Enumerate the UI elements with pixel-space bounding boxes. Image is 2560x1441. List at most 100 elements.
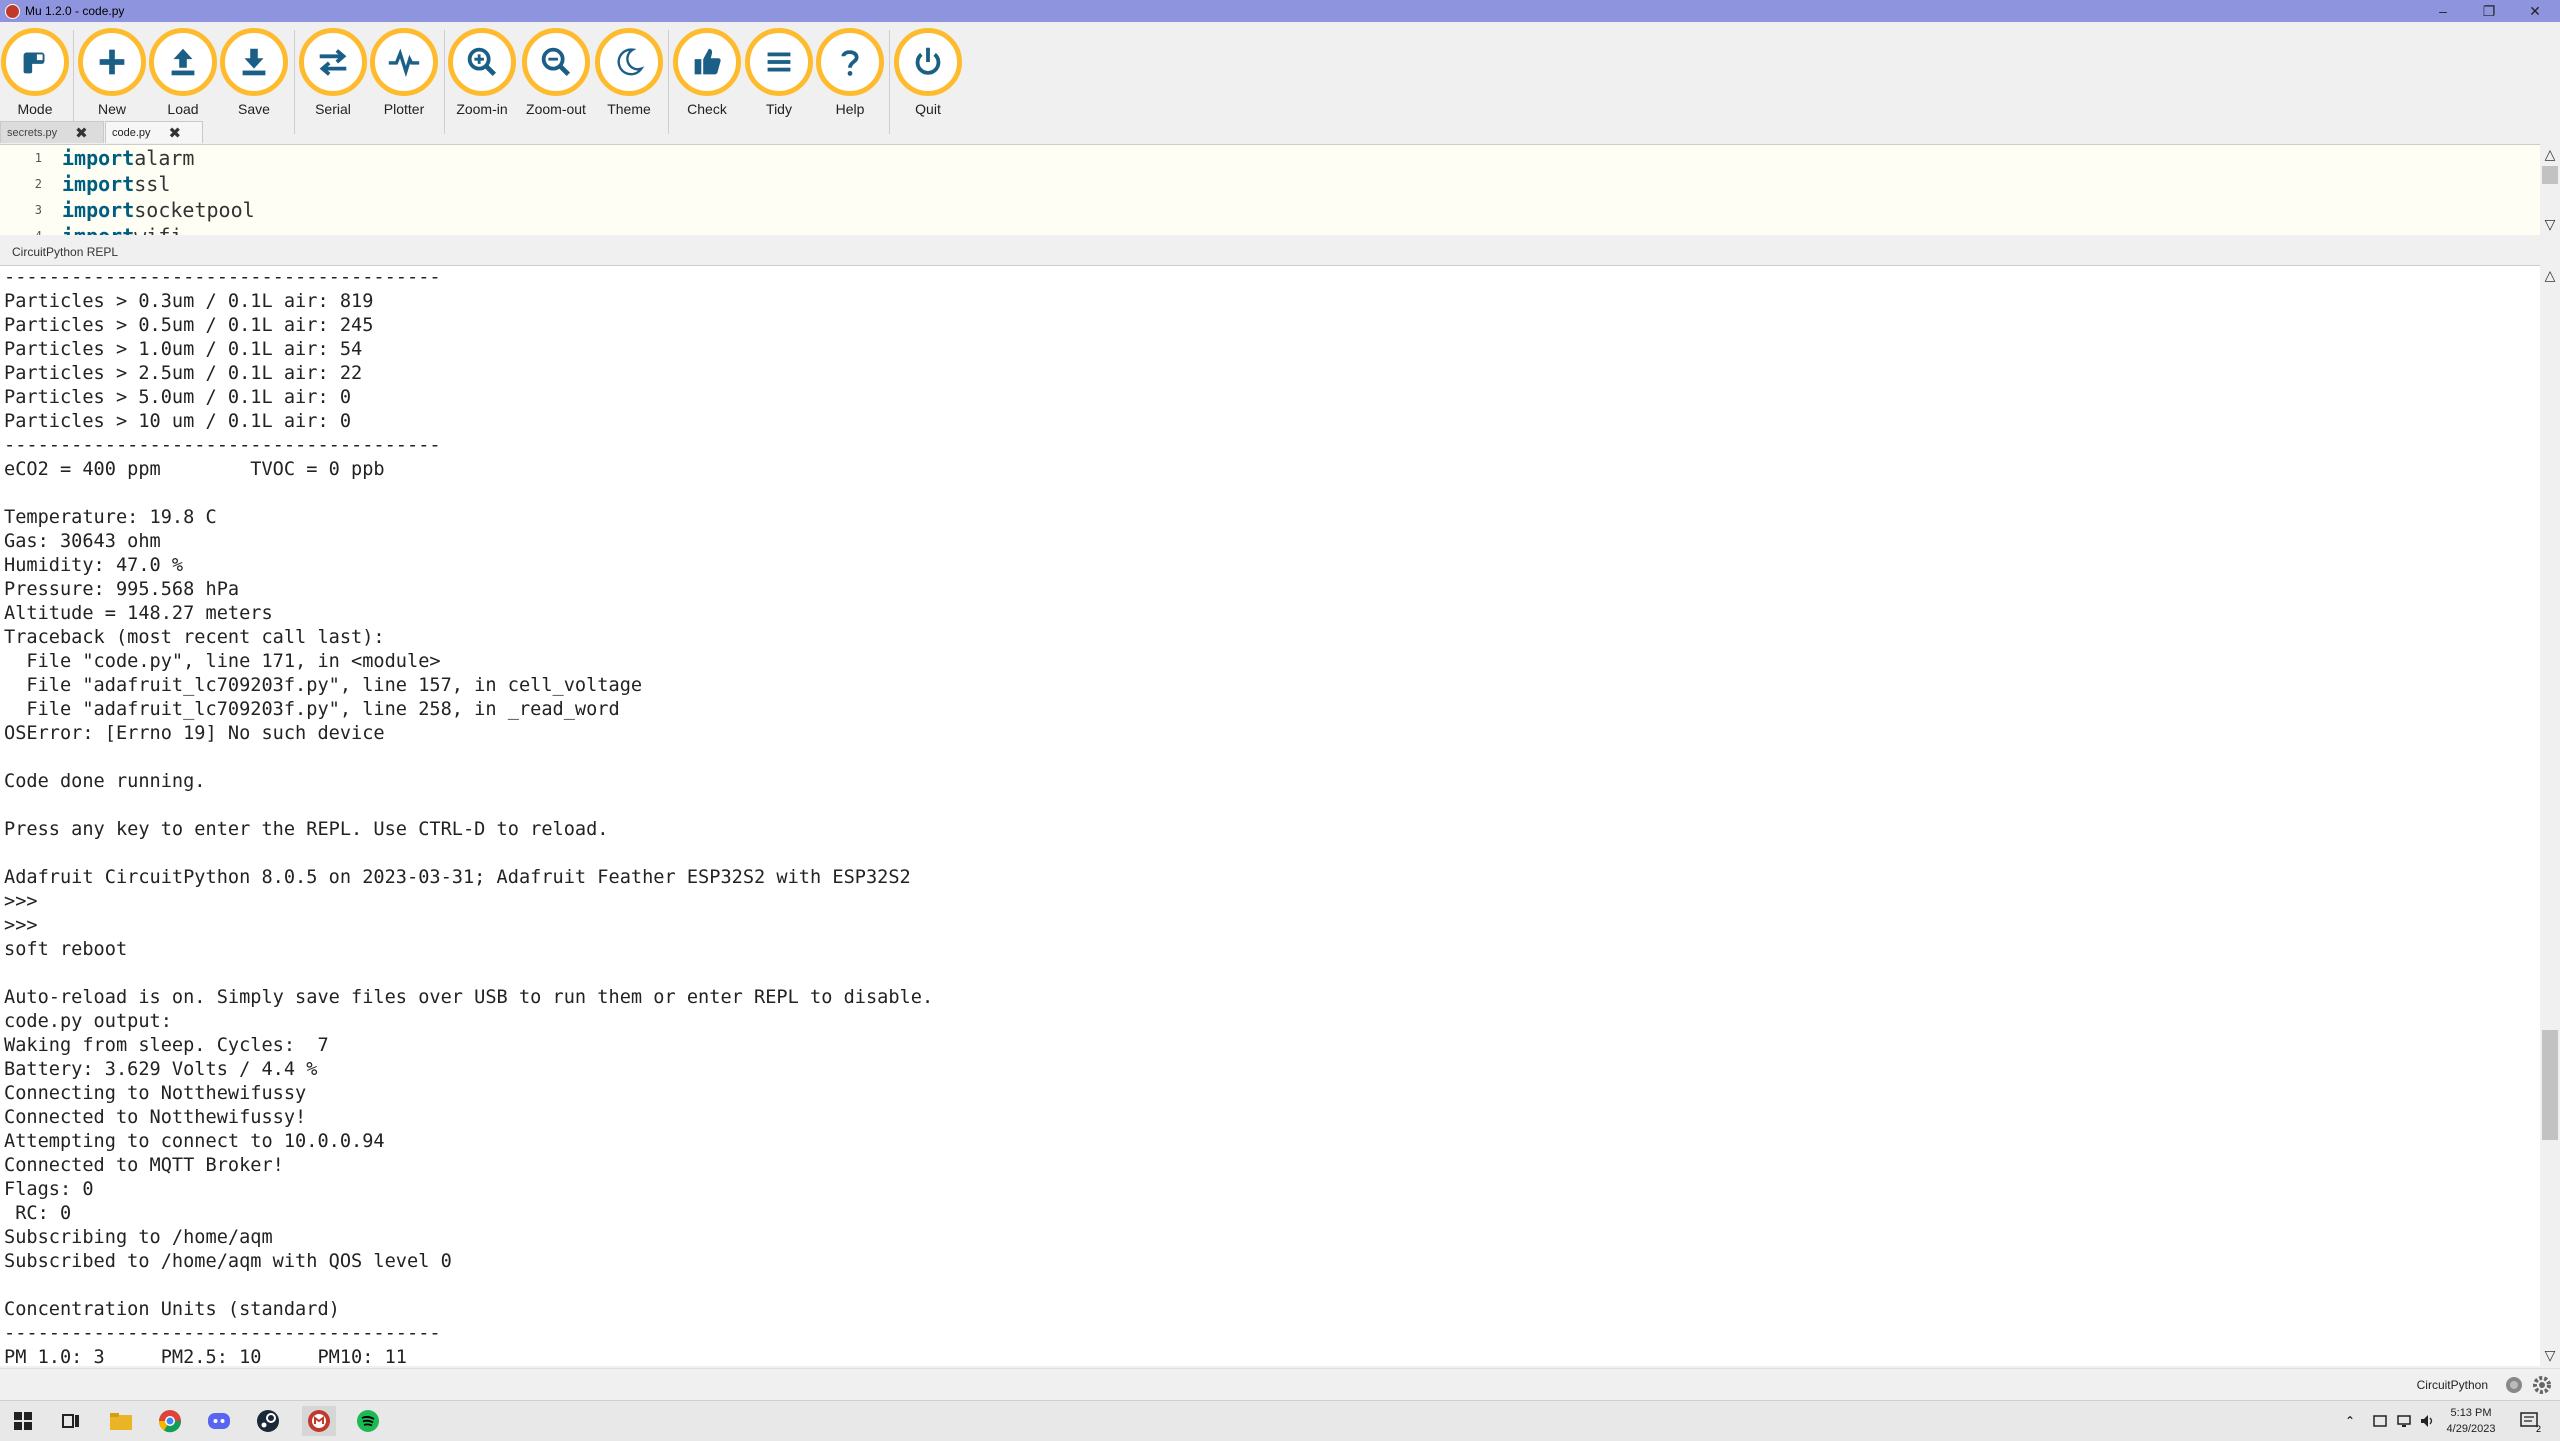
repl-line: Concentration Units (standard) bbox=[4, 1299, 340, 1320]
close-tab-icon[interactable]: ✖ bbox=[75, 124, 88, 142]
clock-date: 4/29/2023 bbox=[2446, 1423, 2496, 1435]
repl-line: Flags: 0 bbox=[4, 1179, 94, 1200]
repl-line bbox=[0, 842, 2540, 866]
taskbar: ⌃ 5:13 PM 4/29/2023 2 bbox=[0, 1400, 2560, 1441]
repl-line: RC: 0 bbox=[4, 1203, 72, 1224]
scroll-down-icon[interactable]: ▽ bbox=[2540, 1345, 2560, 1365]
repl-line: Connected to Notthewifussy! bbox=[4, 1107, 307, 1128]
serial-button[interactable]: Serial bbox=[299, 28, 367, 117]
mu-editor-taskbar-icon[interactable] bbox=[302, 1406, 336, 1436]
discord-icon[interactable] bbox=[202, 1406, 236, 1436]
repl-line: >>> bbox=[4, 915, 38, 936]
check-button[interactable]: Check bbox=[673, 28, 741, 117]
scroll-up-icon[interactable]: △ bbox=[2540, 265, 2560, 285]
scroll-up-icon[interactable]: △ bbox=[2540, 144, 2560, 164]
mode-icon bbox=[23, 52, 45, 74]
tab-code-py[interactable]: code.py ✖ bbox=[105, 121, 203, 143]
repl-line: Connected to MQTT Broker! bbox=[4, 1155, 284, 1176]
title-bar: Mu 1.2.0 - code.py bbox=[0, 0, 2560, 22]
repl-line: Connecting to Notthewifussy bbox=[4, 1083, 307, 1104]
new-button[interactable]: New bbox=[78, 28, 146, 117]
repl-line: OSError: [Errno 19] No such device bbox=[4, 723, 385, 744]
clock[interactable]: 5:13 PM 4/29/2023 bbox=[2436, 1405, 2506, 1437]
repl-line: Waking from sleep. Cycles: 7 bbox=[4, 1035, 329, 1056]
repl-line: PM 1.0: 3 PM2.5: 10 PM10: 11 bbox=[4, 1347, 407, 1366]
repl-line: Particles > 2.5um / 0.1L air: 22 bbox=[4, 363, 363, 384]
zoom-in-button[interactable]: Zoom-in bbox=[448, 28, 516, 117]
notification-center-icon[interactable]: 2 bbox=[2516, 1406, 2544, 1436]
code-editor[interactable]: 1 import alarm 2 import ssl 3 import socket… bbox=[0, 144, 2540, 235]
restore-button[interactable]: ❐ bbox=[2466, 0, 2512, 22]
editor-line: 2 import ssl bbox=[34, 172, 171, 196]
help-button[interactable]: Help bbox=[816, 28, 884, 117]
toolbar: Mode New Load Save Serial Plotter Zoom-i… bbox=[0, 22, 2560, 144]
scrollbar-thumb[interactable] bbox=[2542, 1030, 2558, 1140]
tray-chevron-icon[interactable]: ⌃ bbox=[2340, 1406, 2360, 1436]
repl-line: code.py output: bbox=[4, 1011, 172, 1032]
theme-button[interactable]: Theme bbox=[595, 28, 663, 117]
chrome-icon[interactable] bbox=[153, 1406, 187, 1436]
repl-line: --------------------------------------- bbox=[4, 1323, 441, 1344]
repl-line: Code done running. bbox=[4, 771, 206, 792]
save-button[interactable]: Save bbox=[220, 28, 288, 117]
repl-line: File "adafruit_lc709203f.py", line 258, … bbox=[4, 699, 620, 720]
zoom-out-icon bbox=[541, 47, 571, 77]
spotify-icon[interactable] bbox=[351, 1406, 385, 1436]
repl-header: CircuitPython REPL bbox=[12, 245, 119, 259]
repl-line: Auto-reload is on. Simply save files ove… bbox=[4, 987, 934, 1008]
volume-icon[interactable] bbox=[2418, 1406, 2438, 1436]
repl-line bbox=[0, 962, 2540, 986]
pulse-icon bbox=[388, 48, 420, 78]
repl-line bbox=[0, 746, 2540, 770]
repl-output[interactable]: --------------------------------------- P… bbox=[0, 265, 2540, 1366]
tidy-button[interactable]: Tidy bbox=[745, 28, 813, 117]
steam-icon[interactable] bbox=[251, 1406, 285, 1436]
repl-scrollbar[interactable]: △ ▽ bbox=[2540, 265, 2560, 1365]
load-button[interactable]: Load bbox=[149, 28, 217, 117]
repl-line: Gas: 30643 ohm bbox=[4, 531, 161, 552]
minimize-button[interactable]: – bbox=[2420, 0, 2466, 22]
settings-gear-icon[interactable] bbox=[2532, 1375, 2552, 1395]
close-window-button[interactable]: ✕ bbox=[2512, 0, 2558, 22]
question-icon bbox=[841, 50, 859, 76]
repl-line: Particles > 0.5um / 0.1L air: 245 bbox=[4, 315, 374, 336]
quit-button[interactable]: Quit bbox=[894, 28, 962, 117]
scrollbar-thumb[interactable] bbox=[2542, 166, 2558, 184]
repl-line: Battery: 3.629 Volts / 4.4 % bbox=[4, 1059, 318, 1080]
tray-app-icon[interactable] bbox=[2370, 1406, 2390, 1436]
close-tab-icon[interactable]: ✖ bbox=[169, 124, 182, 142]
file-tabs: secrets.py ✖ code.py ✖ bbox=[0, 121, 204, 143]
file-explorer-icon[interactable] bbox=[104, 1406, 138, 1436]
window-title: Mu 1.2.0 - code.py bbox=[25, 4, 125, 18]
windows-start-icon[interactable] bbox=[6, 1406, 40, 1436]
lines-icon bbox=[767, 52, 791, 72]
editor-line: 3 import socketpool bbox=[34, 198, 255, 222]
editor-scrollbar[interactable]: △ ▽ bbox=[2540, 144, 2560, 234]
network-icon[interactable] bbox=[2394, 1406, 2414, 1436]
repl-line: Altitude = 148.27 meters bbox=[4, 603, 273, 624]
tab-label: secrets.py bbox=[7, 126, 58, 139]
repl-line: Particles > 1.0um / 0.1L air: 54 bbox=[4, 339, 363, 360]
task-view-icon[interactable] bbox=[54, 1406, 88, 1436]
power-icon bbox=[915, 47, 941, 75]
scroll-down-icon[interactable]: ▽ bbox=[2540, 214, 2560, 234]
repl-line: Particles > 10 um / 0.1L air: 0 bbox=[4, 411, 352, 432]
board-chip-icon[interactable] bbox=[2504, 1375, 2524, 1395]
repl-line: Particles > 0.3um / 0.1L air: 819 bbox=[4, 291, 374, 312]
zoom-out-button[interactable]: Zoom-out bbox=[522, 28, 590, 117]
repl-line: Attempting to connect to 10.0.0.94 bbox=[4, 1131, 385, 1152]
mode-button[interactable]: Mode bbox=[1, 28, 69, 117]
swap-arrows-icon bbox=[319, 49, 347, 76]
thumbs-up-icon bbox=[694, 48, 721, 75]
tab-secrets-py[interactable]: secrets.py ✖ bbox=[0, 121, 104, 143]
tab-label: code.py bbox=[112, 126, 151, 139]
repl-line bbox=[0, 482, 2540, 506]
repl-line: File "code.py", line 171, in <module> bbox=[4, 651, 441, 672]
clock-time: 5:13 PM bbox=[2450, 1407, 2492, 1419]
repl-line: Subscribed to /home/aqm with QOS level 0 bbox=[4, 1251, 452, 1272]
plotter-button[interactable]: Plotter bbox=[370, 28, 438, 117]
repl-line: Subscribing to /home/aqm bbox=[4, 1227, 273, 1248]
mode-indicator[interactable]: CircuitPython bbox=[2417, 1378, 2488, 1392]
editor-line: 1 import alarm bbox=[34, 146, 195, 170]
repl-line: Adafruit CircuitPython 8.0.5 on 2023-03-… bbox=[4, 867, 911, 888]
